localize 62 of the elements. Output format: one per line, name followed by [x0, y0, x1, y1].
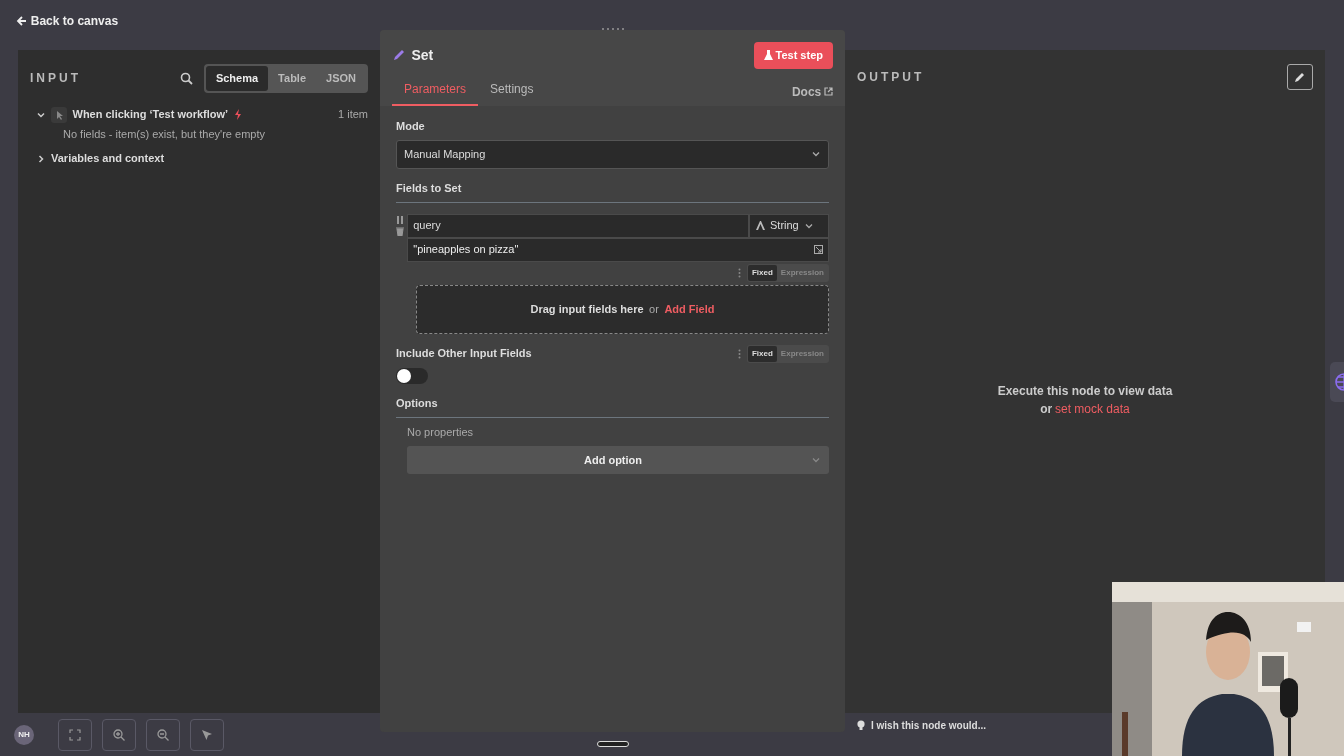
- field-label: Mode: [396, 119, 426, 134]
- item-count: 1 item: [338, 107, 368, 123]
- edit-button[interactable]: [1287, 64, 1313, 90]
- panel-title: OUTPUT: [857, 69, 925, 86]
- resize-handle[interactable]: [596, 741, 629, 747]
- toggle-switch[interactable]: [396, 368, 428, 384]
- tree-item[interactable]: Variables and context: [51, 150, 165, 167]
- expand-icon[interactable]: [813, 245, 823, 254]
- docs-link[interactable]: Docs: [791, 82, 833, 106]
- section-label: Fields to Set: [396, 179, 829, 203]
- search-icon[interactable]: [179, 71, 193, 85]
- text-type-icon: [755, 221, 765, 230]
- zoom-out-icon: [157, 728, 169, 741]
- user-avatar[interactable]: NH: [14, 724, 34, 745]
- node-tab[interactable]: Settings: [478, 74, 546, 106]
- back-link[interactable]: Back to canvas: [0, 0, 119, 30]
- panel-title: INPUT: [30, 70, 81, 88]
- field-name-input[interactable]: query: [406, 213, 749, 238]
- tree-item[interactable]: When clicking ‘Test workflow’: [72, 106, 229, 123]
- feedback-link[interactable]: I wish this node would...: [871, 718, 986, 733]
- mock-data-link[interactable]: set mock data: [1055, 400, 1130, 418]
- fit-view-button[interactable]: [58, 718, 92, 751]
- test-step-button[interactable]: Test step: [753, 42, 833, 69]
- empty-note: No fields - item(s) exist, but they're empty: [62, 126, 266, 142]
- pencil-icon: [1294, 71, 1306, 83]
- field-value-input[interactable]: "pineapples on pizza": [406, 237, 829, 262]
- node-title: Set: [411, 45, 434, 65]
- or-text: or: [649, 303, 659, 315]
- or-text: or: [1040, 401, 1053, 418]
- empty-note: No properties: [407, 424, 475, 440]
- mode-option[interactable]: Fixed: [747, 345, 777, 362]
- trash-icon[interactable]: [396, 227, 404, 236]
- empty-message: Execute this node to view data: [996, 383, 1174, 400]
- cursor-icon: [51, 106, 67, 123]
- globe-icon[interactable]: [1334, 371, 1344, 392]
- add-option-button[interactable]: Add option: [407, 445, 829, 474]
- pencil-icon: [392, 48, 406, 63]
- view-tab[interactable]: JSON: [316, 66, 366, 91]
- external-link-icon: [824, 87, 833, 96]
- drag-handle-icon[interactable]: [397, 216, 403, 225]
- zoom-in-button[interactable]: [102, 718, 136, 751]
- add-field-link[interactable]: Add Field: [664, 303, 715, 315]
- mode-option[interactable]: Fixed: [747, 265, 777, 282]
- pointer-icon: [201, 728, 213, 741]
- drop-hint: Drag input fields here: [530, 303, 644, 315]
- lightning-icon: [233, 109, 242, 120]
- mode-select[interactable]: Manual Mapping: [396, 140, 829, 169]
- lightbulb-icon: [857, 720, 865, 731]
- zoom-in-icon: [113, 728, 125, 741]
- view-tab[interactable]: Schema: [205, 66, 269, 91]
- arrow-left-icon: [16, 15, 28, 27]
- flask-icon: [763, 49, 773, 61]
- more-vertical-icon[interactable]: [738, 348, 742, 359]
- drag-handle-icon[interactable]: [600, 26, 625, 32]
- view-tab[interactable]: Table: [268, 66, 317, 91]
- section-label: Options: [396, 395, 829, 418]
- pointer-button[interactable]: [190, 718, 224, 751]
- more-vertical-icon[interactable]: [738, 268, 742, 279]
- fit-view-icon: [69, 728, 81, 741]
- type-select[interactable]: String: [749, 213, 829, 238]
- field-label: Include Other Input Fields: [396, 346, 532, 362]
- zoom-out-button[interactable]: [146, 718, 180, 751]
